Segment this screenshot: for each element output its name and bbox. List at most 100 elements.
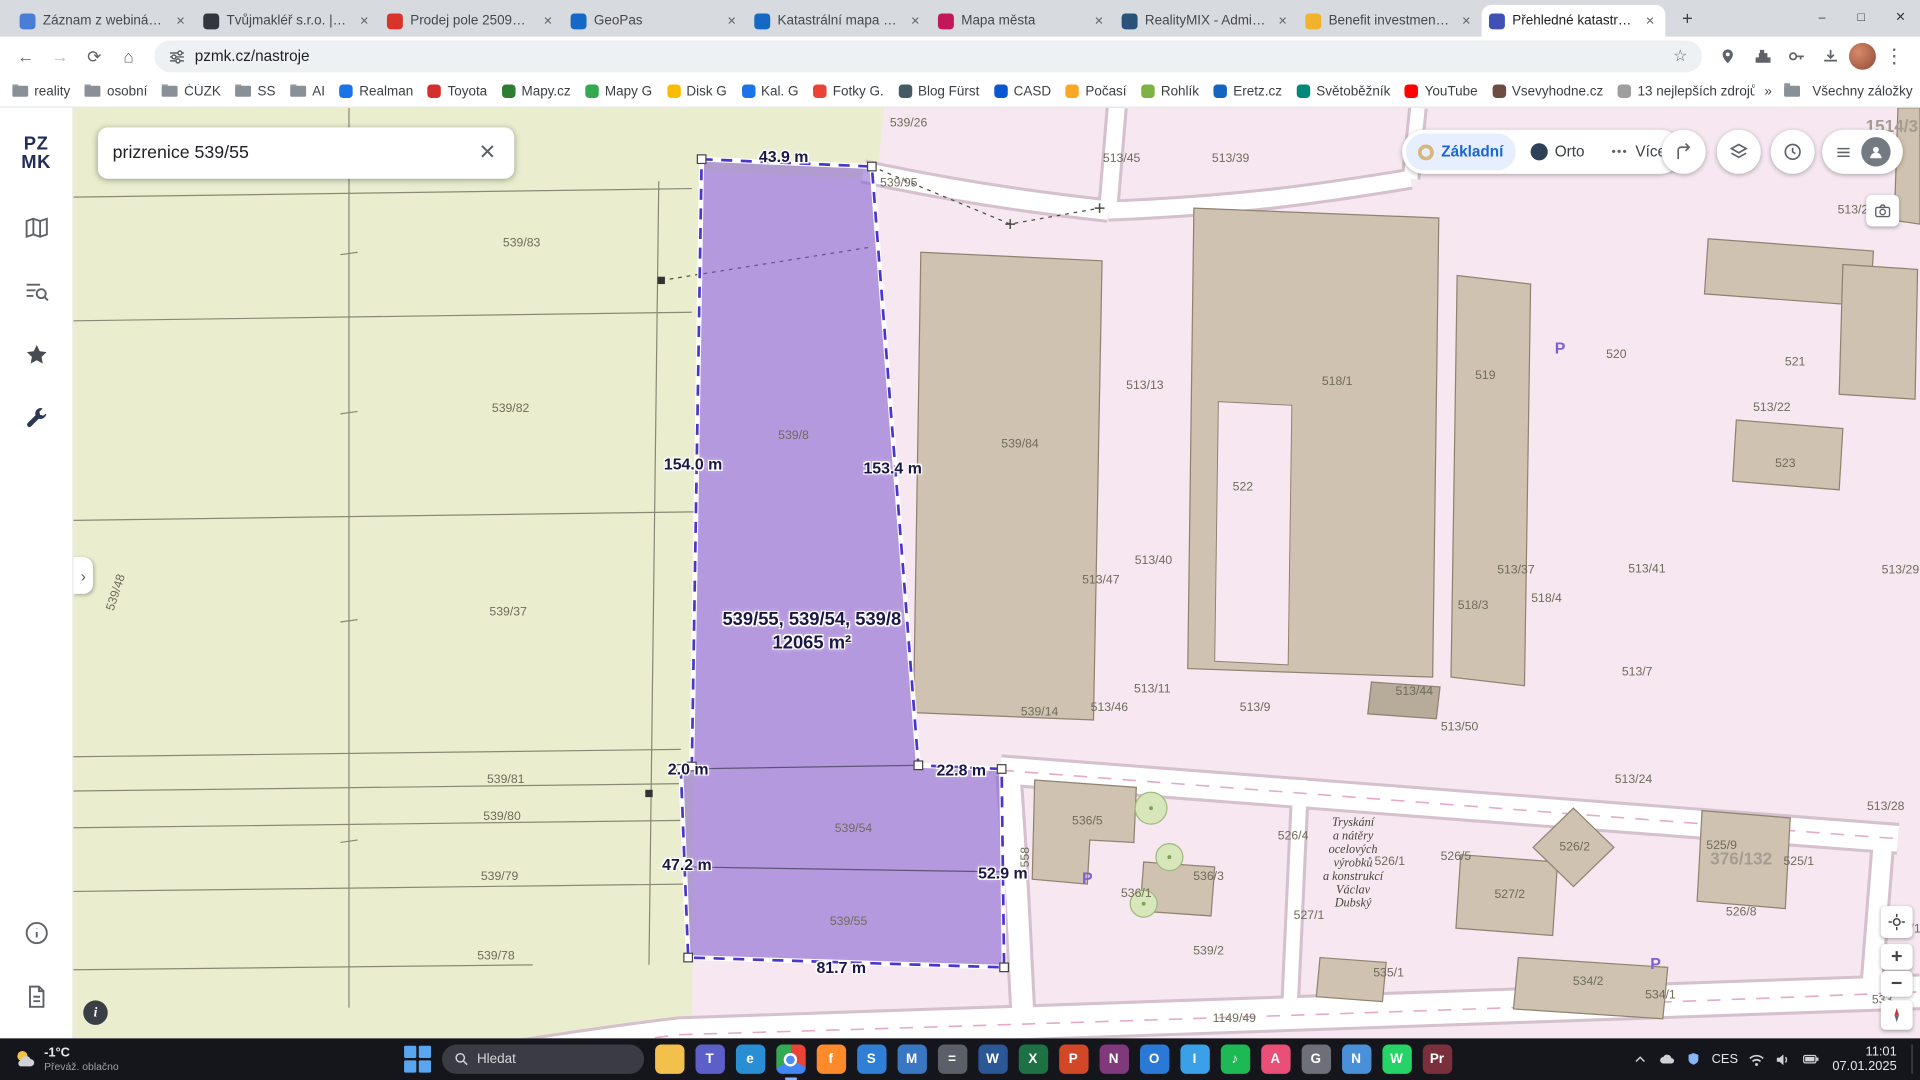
tab-close-icon[interactable]: × [173,12,189,29]
forward-button[interactable]: → [44,40,76,72]
bookmark-item[interactable]: AI [290,84,325,99]
wifi-icon[interactable] [1749,1051,1765,1067]
clear-search-icon[interactable]: ✕ [475,141,499,165]
whatsapp-icon[interactable]: W [1382,1044,1411,1073]
file-explorer-icon[interactable] [654,1044,683,1073]
calculator-icon[interactable]: = [937,1044,966,1073]
sidebar-item-favorites[interactable] [12,331,61,380]
tray-chevron-icon[interactable] [1633,1052,1646,1065]
sidebar-item-tools[interactable] [12,394,61,443]
bookmark-item[interactable]: Toyota [428,84,487,99]
reload-button[interactable]: ⟳ [78,40,110,72]
mail-icon[interactable]: M [897,1044,926,1073]
spotify-icon[interactable]: ♪ [1220,1044,1249,1073]
battery-icon[interactable] [1803,1052,1821,1067]
cadastral-map-canvas[interactable] [73,108,1920,1039]
show-desktop-button[interactable] [1911,1044,1915,1073]
search-input[interactable] [113,143,466,163]
map-search-box[interactable]: ✕ [98,127,514,178]
notepad-icon[interactable]: N [1341,1044,1370,1073]
browser-tab[interactable]: Tvůjmakléř s.r.o. | Systém R× [196,5,380,37]
powerpoint-icon[interactable]: P [1059,1044,1088,1073]
address-bar[interactable]: pzmk.cz/nastroje ☆ [154,40,1702,72]
history-button[interactable] [1771,130,1815,174]
chrome-icon[interactable] [776,1044,805,1073]
taskbar-weather-widget[interactable]: -1°C Převáž. oblačno [0,1038,131,1080]
all-bookmarks-label[interactable]: Všechny záložky [1812,84,1912,99]
bookmark-item[interactable]: Disk G [667,84,727,99]
premiere-icon[interactable]: Pr [1422,1044,1451,1073]
menu-account-pill[interactable] [1822,130,1903,174]
route-button[interactable] [1662,130,1706,174]
sidebar-item-info[interactable] [12,909,61,958]
pzmk-logo[interactable]: PZ MK [21,135,51,172]
bookmark-item[interactable]: Kal. G [741,84,798,99]
language-indicator[interactable]: CES [1712,1052,1738,1067]
volume-icon[interactable] [1776,1051,1792,1067]
new-tab-button[interactable]: + [1673,4,1702,33]
window-minimize-button[interactable]: – [1802,0,1841,37]
word-icon[interactable]: W [978,1044,1007,1073]
security-shield-icon[interactable] [1686,1052,1701,1067]
browser-tab[interactable]: GeoPas× [563,5,747,37]
firefox-icon[interactable]: f [816,1044,845,1073]
bookmark-item[interactable]: ČÚZK [162,84,221,99]
tab-close-icon[interactable]: × [356,12,372,29]
back-button[interactable]: ← [10,40,42,72]
profile-avatar[interactable] [1849,43,1876,70]
location-pin-icon[interactable] [1712,42,1744,71]
bookmark-item[interactable]: Blog Fürst [898,84,979,99]
bookmarks-overflow-chevron[interactable]: » [1764,84,1772,99]
menu-kebab-icon[interactable]: ⋮ [1878,42,1910,71]
onedrive-cloud-icon[interactable] [1658,1051,1675,1068]
taskbar-clock[interactable]: 11:01 07.01.2025 [1832,1044,1896,1073]
zoom-out-button[interactable]: − [1881,971,1913,997]
bookmark-item[interactable]: Světoběžník [1297,84,1391,99]
tab-close-icon[interactable]: × [907,12,923,29]
start-button[interactable] [404,1046,430,1072]
bookmark-item[interactable]: Realman [340,84,414,99]
browser-tab[interactable]: Benefit investment, a.s. (Iva× [1298,5,1482,37]
basemap-basic-button[interactable]: Základní [1406,133,1516,170]
bookmark-item[interactable]: SS [236,84,276,99]
panel-expand-button[interactable]: › [73,557,93,594]
sidebar-item-search-list[interactable] [12,267,61,316]
taskbar-search[interactable]: Hledat [441,1044,643,1073]
teams-icon[interactable]: T [695,1044,724,1073]
basemap-orto-button[interactable]: Orto [1518,133,1597,170]
bookmark-item[interactable]: Vsevyhodne.cz [1492,84,1603,99]
window-close-button[interactable]: ✕ [1881,0,1920,37]
tab-close-icon[interactable]: × [540,12,556,29]
extensions-puzzle-icon[interactable] [1746,42,1778,71]
photos-icon[interactable]: I [1180,1044,1209,1073]
password-key-icon[interactable] [1780,42,1812,71]
edge-icon[interactable]: e [735,1044,764,1073]
browser-tab[interactable]: Přehledné katastrální map× [1482,5,1666,37]
layers-button[interactable] [1717,130,1761,174]
map-info-button[interactable]: i [83,1000,107,1024]
sidebar-item-map[interactable] [12,203,61,252]
bookmark-star-icon[interactable]: ☆ [1673,47,1687,67]
zoom-in-button[interactable]: + [1881,944,1913,970]
tune-icon[interactable] [169,48,185,64]
bookmark-item[interactable]: Mapy G [585,84,652,99]
home-button[interactable]: ⌂ [113,40,145,72]
paint-icon[interactable]: A [1261,1044,1290,1073]
bookmark-item[interactable]: Rohlík [1141,84,1199,99]
compass-button[interactable] [1881,1000,1913,1029]
browser-tab[interactable]: Katastrální mapa | GeoPas× [747,5,931,37]
download-icon[interactable] [1815,42,1847,71]
browser-tab[interactable]: Záznam z webináře CeMap× [12,5,196,37]
browser-tab[interactable]: Mapa města× [931,5,1115,37]
bookmark-item[interactable]: Mapy.cz [502,84,571,99]
browser-tab[interactable]: RealityMIX - Administrační× [1114,5,1298,37]
bookmark-item[interactable]: CASD [994,84,1051,99]
excel-icon[interactable]: X [1018,1044,1047,1073]
tab-close-icon[interactable]: × [1091,12,1107,29]
browser-tab[interactable]: Prodej pole 250933 m², Mě× [380,5,564,37]
tab-close-icon[interactable]: × [724,12,740,29]
screenshot-button[interactable] [1866,195,1899,227]
tab-close-icon[interactable]: × [1458,12,1474,29]
bookmark-item[interactable]: 13 nejlepších zdrojů [1618,84,1757,99]
onenote-icon[interactable]: N [1099,1044,1128,1073]
